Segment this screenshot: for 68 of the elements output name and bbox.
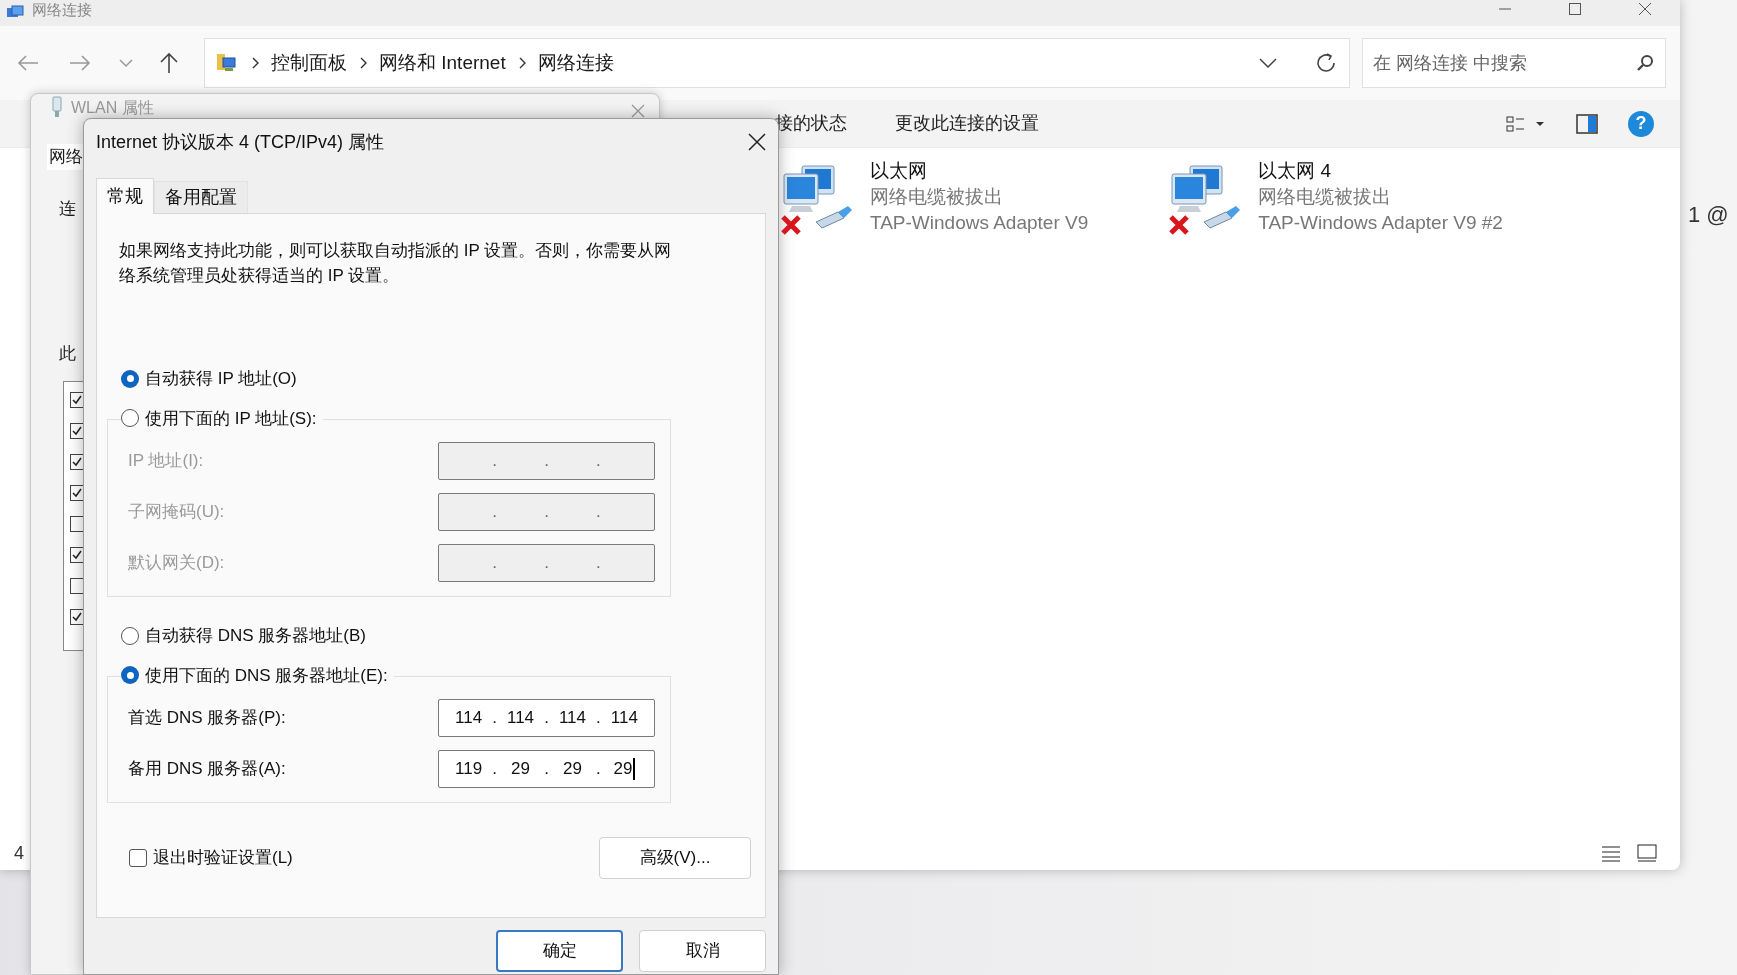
checkbox[interactable]: [70, 608, 84, 625]
radio-button[interactable]: [121, 666, 139, 685]
field-label: 子网掩码(U):: [128, 501, 226, 524]
checkbox[interactable]: [129, 849, 147, 867]
radio-label[interactable]: 自动获得 IP 地址(O): [145, 366, 297, 392]
ip-address-field[interactable]: 119 . 29 . 29 . 29: [438, 750, 655, 788]
section-label: 连: [59, 197, 76, 220]
connection-status: 网络电缆被拔出: [870, 185, 1004, 209]
chevron-right-icon: [517, 57, 526, 69]
tab[interactable]: 备用配置: [154, 181, 248, 213]
breadcrumb-item[interactable]: 网络和 Internet: [379, 48, 506, 78]
background-text: 1 @: [1688, 201, 1729, 229]
checkbox[interactable]: [70, 391, 84, 408]
checkbox[interactable]: [70, 577, 84, 594]
field-label: 默认网关(D):: [128, 552, 226, 575]
connection-status: 网络电缆被拔出: [1258, 185, 1393, 209]
command-link[interactable]: 更改此连接的设置: [895, 110, 1039, 137]
checkbox[interactable]: [70, 453, 84, 470]
checkbox[interactable]: [70, 484, 84, 501]
adapter-name: TAP-Windows Adapter V9: [870, 211, 1089, 235]
search-field[interactable]: 在 网络连接 中搜索: [1362, 38, 1666, 88]
window-title: 网络连接: [32, 0, 92, 20]
view-options-icon[interactable]: [1506, 113, 1546, 134]
tab[interactable]: 常规: [96, 178, 154, 214]
address-bar[interactable]: 控制面板 网络和 Internet 网络连接: [204, 38, 1351, 88]
network-folder-icon: [215, 52, 239, 74]
dialog-title: WLAN 属性: [71, 98, 154, 118]
adapter-name: TAP-Windows Adapter V9 #2: [1258, 211, 1503, 235]
advanced-button[interactable]: 高级(V)...: [599, 837, 751, 879]
back-arrow-icon[interactable]: [16, 53, 40, 73]
breadcrumb-item[interactable]: 网络连接: [537, 48, 614, 78]
section-label: 此: [59, 343, 76, 365]
checkbox-label[interactable]: 退出时验证设置(L): [153, 845, 293, 871]
details-view-icon[interactable]: [1600, 844, 1622, 862]
checkbox[interactable]: [70, 515, 84, 532]
radio-label[interactable]: 自动获得 DNS 服务器地址(B): [145, 623, 366, 649]
connection-item[interactable]: 以太网 4 网络电缆被拔出 TAP-Windows Adapter V9 #2: [1168, 160, 1503, 240]
help-button[interactable]: ?: [1628, 110, 1654, 137]
radio-button[interactable]: [121, 409, 139, 428]
connection-name: 以太网: [870, 159, 928, 183]
chevron-right-icon: [359, 57, 367, 69]
usb-adapter-icon: [51, 96, 63, 118]
field-label: IP 地址(I):: [128, 450, 205, 473]
search-icon: [1636, 54, 1654, 72]
connection-item[interactable]: 以太网 网络电缆被拔出 TAP-Windows Adapter V9: [780, 160, 1089, 240]
checkbox[interactable]: [70, 422, 84, 439]
field-label: 备用 DNS 服务器(A):: [128, 758, 287, 781]
up-arrow-icon[interactable]: [158, 51, 180, 75]
radio-button[interactable]: [121, 626, 139, 645]
preview-pane-icon[interactable]: [1576, 113, 1598, 134]
status-text: 4: [14, 841, 24, 865]
field-label: 首选 DNS 服务器(P):: [128, 707, 287, 730]
forward-arrow-icon[interactable]: [68, 53, 92, 73]
dialog-title: Internet 协议版本 4 (TCP/IPv4) 属性: [96, 130, 385, 154]
chevron-right-icon: [251, 57, 259, 69]
connection-name: 以太网 4: [1258, 159, 1333, 183]
chevron-down-icon[interactable]: [1259, 58, 1278, 68]
breadcrumb-item[interactable]: 控制面板: [271, 48, 347, 78]
radio-button[interactable]: [121, 369, 139, 388]
tab[interactable]: 网络: [47, 144, 85, 170]
close-icon[interactable]: [748, 133, 766, 151]
large-icons-view-icon[interactable]: [1636, 843, 1658, 863]
ip-address-field[interactable]: 114 . 114 . 114 . 114: [438, 699, 655, 737]
description-text: 如果网络支持此功能，则可以获取自动指派的 IP 设置。否则，你需要从网络系统管理员处获得适当的 IP 设置。: [118, 240, 673, 287]
cancel-button[interactable]: 取消: [639, 930, 766, 972]
checkbox[interactable]: [70, 546, 84, 563]
ok-button[interactable]: 确定: [496, 930, 623, 972]
refresh-icon[interactable]: [1315, 52, 1338, 74]
